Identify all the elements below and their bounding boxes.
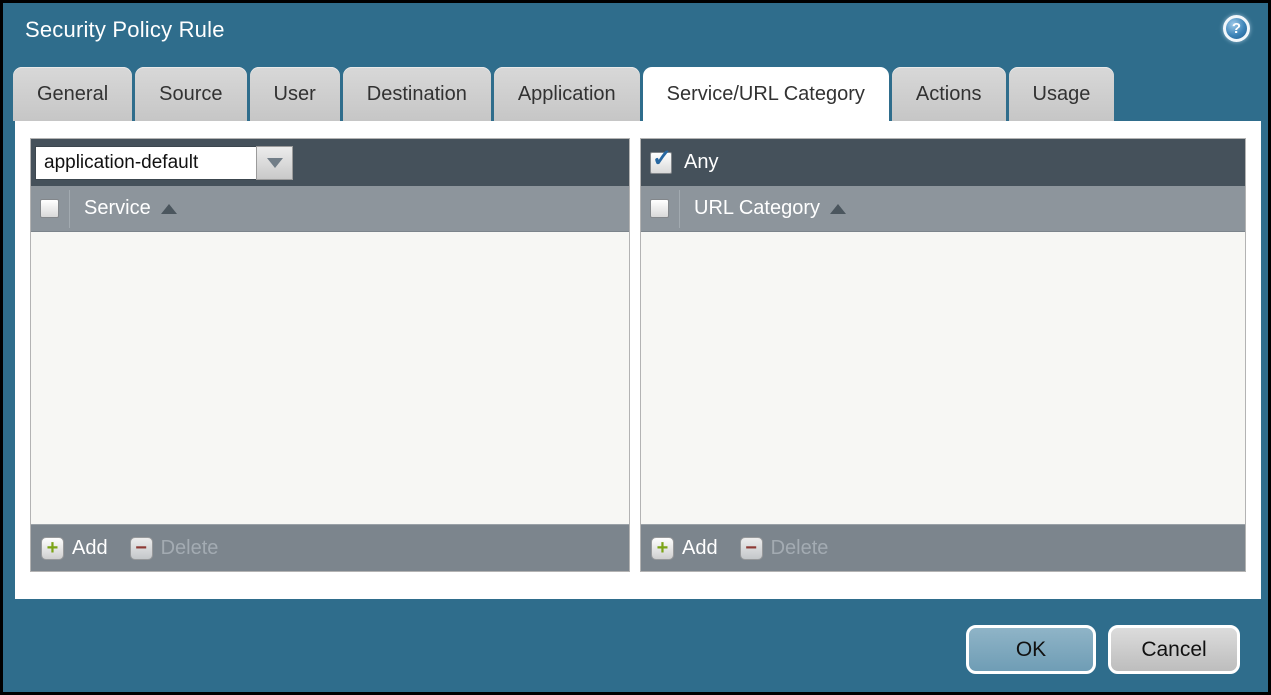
cancel-button[interactable]: Cancel (1108, 625, 1240, 674)
any-checkbox[interactable]: ✓ (650, 146, 672, 174)
tab-actions[interactable]: Actions (891, 67, 1006, 121)
url-category-add-button[interactable]: + Add (651, 536, 718, 560)
sort-ascending-icon[interactable] (160, 203, 177, 214)
service-type-input[interactable] (35, 145, 256, 180)
delete-icon: − (739, 536, 763, 560)
ok-button[interactable]: OK (966, 625, 1096, 674)
service-add-button[interactable]: + Add (41, 536, 108, 560)
service-table-body[interactable] (31, 232, 629, 524)
tab-general[interactable]: General (13, 67, 133, 121)
add-icon: + (651, 536, 674, 560)
tab-destination[interactable]: Destination (342, 67, 491, 121)
tab-usage[interactable]: Usage (1008, 67, 1115, 121)
tab-source[interactable]: Source (135, 67, 247, 121)
url-category-table-header: URL Category (641, 186, 1245, 232)
service-toolbar (31, 139, 629, 186)
service-select-all-checkbox[interactable] (40, 199, 59, 218)
delete-icon: − (129, 536, 153, 560)
url-category-panel: ✓ Any URL Category + Add − Delete (640, 138, 1246, 572)
checkmark-icon: ✓ (652, 144, 673, 172)
any-checkbox-label[interactable]: Any (684, 151, 718, 174)
service-type-dropdown-button[interactable] (256, 145, 293, 180)
service-delete-button[interactable]: − Delete (129, 536, 219, 560)
service-type-combo (35, 145, 293, 180)
tab-content-area: Service + Add − Delete ✓ Any (15, 121, 1261, 599)
url-category-delete-button[interactable]: − Delete (739, 536, 829, 560)
delete-button-label: Delete (160, 536, 219, 559)
url-category-select-all-checkbox[interactable] (650, 199, 669, 218)
url-category-footer: + Add − Delete (641, 524, 1245, 571)
url-category-any-bar: ✓ Any (641, 139, 1245, 186)
help-icon[interactable]: ? (1223, 15, 1250, 42)
add-button-label: Add (72, 536, 108, 559)
tab-service-url-category[interactable]: Service/URL Category (642, 67, 889, 121)
header-separator (69, 189, 70, 228)
service-table-header: Service (31, 186, 629, 232)
service-footer: + Add − Delete (31, 524, 629, 571)
chevron-down-icon (266, 157, 283, 168)
service-column-header[interactable]: Service (84, 197, 151, 220)
tab-bar: General Source User Destination Applicat… (13, 67, 1115, 121)
sort-ascending-icon[interactable] (829, 203, 846, 214)
dialog-title: Security Policy Rule (25, 17, 225, 42)
url-category-column-header[interactable]: URL Category (694, 197, 820, 220)
tab-user[interactable]: User (249, 67, 340, 121)
header-separator (679, 189, 680, 228)
service-panel: Service + Add − Delete (30, 138, 630, 572)
security-policy-rule-dialog: Security Policy Rule ? General Source Us… (0, 0, 1271, 695)
delete-button-label: Delete (770, 536, 829, 559)
add-icon: + (41, 536, 64, 560)
tab-application[interactable]: Application (493, 67, 640, 121)
add-button-label: Add (682, 536, 718, 559)
url-category-table-body[interactable] (641, 232, 1245, 524)
